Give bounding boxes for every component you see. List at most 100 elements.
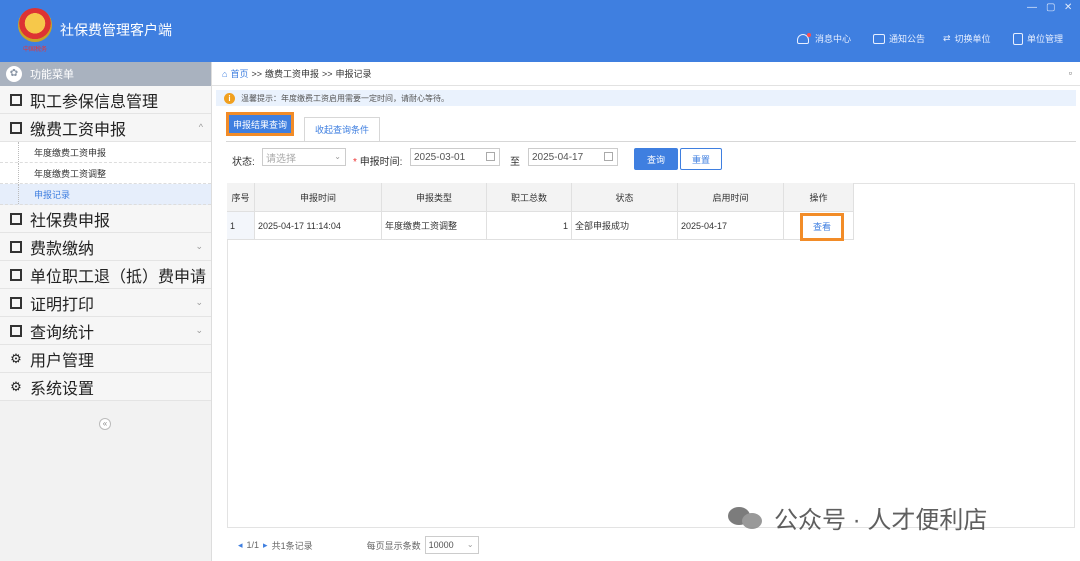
tab-divider: [226, 141, 1076, 142]
gear-icon: ⚙: [10, 378, 22, 394]
breadcrumb-separator: >>: [321, 68, 333, 79]
minimize-icon[interactable]: —: [1027, 2, 1037, 13]
status-placeholder: 请选择: [266, 153, 296, 165]
sidebar-item-label: 查询统计: [30, 324, 95, 342]
close-icon[interactable]: ✕: [1064, 2, 1072, 13]
view-link[interactable]: 查看: [800, 212, 844, 241]
total-records: 共1条记录: [271, 540, 313, 551]
sidebar-item-staff-info[interactable]: 职工参保信息管理: [0, 86, 211, 114]
reset-button[interactable]: 重置: [680, 148, 722, 170]
cell-status: 全部申报成功: [572, 212, 678, 240]
tip-banner: i 温馨提示：年度缴费工资启用需要一定时间，请耐心等待。: [216, 90, 1076, 106]
breadcrumb-separator: >>: [251, 68, 262, 79]
main-content: ⌂ 首页 >> 缴费工资申报 >> 申报记录 ▫ i 温馨提示：年度缴费工资启用…: [212, 62, 1080, 561]
sidebar: ✿ 功能菜单 职工参保信息管理 缴费工资申报 ^ 年度缴费工资申报 年度缴费工资…: [0, 62, 212, 561]
sidebar-item-payment[interactable]: 费款缴纳 ⌄: [0, 233, 211, 261]
filter-bar: 状态: 请选择 ⌄ * 申报时间: 2025-03-01 至 2025-04-1…: [232, 148, 1062, 170]
tab-collapse-conditions[interactable]: 收起查询条件: [304, 117, 380, 141]
cell-effective: 2025-04-17: [678, 212, 784, 240]
sidebar-item-wage-declare[interactable]: 缴费工资申报 ^: [0, 114, 211, 142]
sidebar-item-label: 系统设置: [30, 380, 95, 398]
app-title: 社保费管理客户端: [60, 22, 172, 38]
sidebar-collapse-button[interactable]: «: [99, 418, 111, 430]
sidebar-item-label: 单位职工退（抵）费申请: [30, 268, 207, 286]
sidebar-item-print[interactable]: 证明打印 ⌄: [0, 289, 211, 317]
notification-dot: [807, 32, 811, 37]
list-icon: [10, 268, 22, 281]
chevron-down-icon: ⌄: [334, 152, 341, 161]
sidebar-item-query-stats[interactable]: 查询统计 ⌄: [0, 317, 211, 345]
switch-icon: ⇄: [943, 33, 951, 43]
calendar-icon: [604, 152, 613, 161]
sidebar-header: ✿ 功能菜单: [0, 62, 211, 86]
sidebar-title: 功能菜单: [30, 69, 74, 81]
chevron-down-icon: ⌄: [466, 540, 474, 549]
tab-query-results[interactable]: 申报结果查询: [226, 112, 294, 136]
column-header: 职工总数: [487, 183, 572, 212]
sidebar-item-label: 证明打印: [30, 296, 95, 314]
sidebar-item-label: 用户管理: [30, 352, 95, 370]
list-icon: [10, 240, 22, 253]
message-center-label: 消息中心: [815, 34, 852, 44]
print-icon: [10, 296, 22, 309]
sidebar-item-label: 职工参保信息管理: [30, 93, 159, 111]
info-icon: i: [224, 92, 235, 104]
sidebar-item-label: 费款缴纳: [30, 240, 95, 258]
date-label-wrap: * 申报时间:: [353, 153, 402, 168]
calendar-icon: [486, 152, 495, 161]
chart-icon: [10, 324, 22, 337]
home-icon: ⌂: [222, 68, 228, 79]
next-page-icon[interactable]: ▸: [263, 540, 268, 551]
title-bar: 中国税务 社保费管理客户端 — ▢ ✕ 消息中心 通知公告 ⇄ 切换单位 单位管…: [0, 0, 1080, 62]
column-header: 申报时间: [255, 183, 382, 212]
sidebar-item-user-manage[interactable]: ⚙ 用户管理: [0, 345, 211, 373]
menu-icon: ✿: [6, 66, 22, 82]
cell-time: 2025-04-17 11:14:04: [255, 212, 382, 240]
sidebar-item-ss-declare[interactable]: 社保费申报: [0, 205, 211, 233]
status-select[interactable]: 请选择 ⌄: [262, 148, 346, 166]
prev-page-icon[interactable]: ◂: [238, 540, 243, 551]
chevron-up-icon: ^: [198, 122, 203, 132]
cell-no: 1: [227, 212, 255, 240]
column-header: 操作: [784, 183, 854, 212]
page-size-label: 每页显示条数: [366, 540, 421, 551]
results-table: 序号 申报时间 申报类型 职工总数 状态 启用时间 操作 1 2025-04-1…: [227, 183, 854, 241]
date-from-input[interactable]: 2025-03-01: [410, 148, 500, 166]
page-size-select[interactable]: 10000 ⌄: [424, 536, 479, 554]
date-to-value: 2025-04-17: [532, 151, 584, 163]
close-tab-icon[interactable]: ▫: [1069, 68, 1072, 78]
unit-manage-button[interactable]: 单位管理: [1013, 32, 1063, 45]
table-row[interactable]: 1 2025-04-17 11:14:04 年度缴费工资调整 1 全部申报成功 …: [227, 212, 854, 241]
sidebar-subitem-annual-declare[interactable]: 年度缴费工资申报: [0, 142, 211, 163]
sidebar-item-refund[interactable]: 单位职工退（抵）费申请: [0, 261, 211, 289]
date-to-input[interactable]: 2025-04-17: [528, 148, 618, 166]
unit-manage-label: 单位管理: [1027, 34, 1064, 44]
notice-button[interactable]: 通知公告: [873, 32, 925, 45]
sidebar-subitem-annual-adjust[interactable]: 年度缴费工资调整: [0, 163, 211, 184]
gear-icon: ⚙: [10, 350, 22, 366]
message-center-button[interactable]: 消息中心: [797, 32, 851, 45]
page-size-value: 10000: [428, 540, 454, 550]
chevron-down-icon: ⌄: [195, 325, 203, 335]
sidebar-subitem-records[interactable]: 申报记录: [0, 184, 211, 205]
column-header: 申报类型: [382, 183, 487, 212]
wechat-icon: [728, 505, 766, 531]
app-logo: [18, 8, 52, 42]
required-mark: *: [353, 157, 357, 168]
switch-unit-button[interactable]: ⇄ 切换单位: [943, 32, 991, 45]
breadcrumb-home[interactable]: 首页: [230, 67, 248, 80]
edit-icon: [10, 121, 22, 134]
maximize-icon[interactable]: ▢: [1046, 2, 1055, 13]
mail-icon: [873, 33, 885, 44]
cell-action: 查看: [784, 212, 854, 241]
notice-label: 通知公告: [889, 34, 926, 44]
breadcrumb-level1: 缴费工资申报: [264, 69, 319, 79]
chevron-down-icon: ⌄: [195, 241, 203, 251]
date-to-label: 至: [510, 157, 520, 168]
query-button[interactable]: 查询: [634, 148, 678, 170]
column-header: 序号: [227, 183, 255, 212]
column-header: 状态: [572, 183, 678, 212]
column-header: 启用时间: [678, 183, 784, 212]
tip-text: 温馨提示：年度缴费工资启用需要一定时间，请耐心等待。: [241, 93, 449, 103]
sidebar-item-settings[interactable]: ⚙ 系统设置: [0, 373, 211, 401]
